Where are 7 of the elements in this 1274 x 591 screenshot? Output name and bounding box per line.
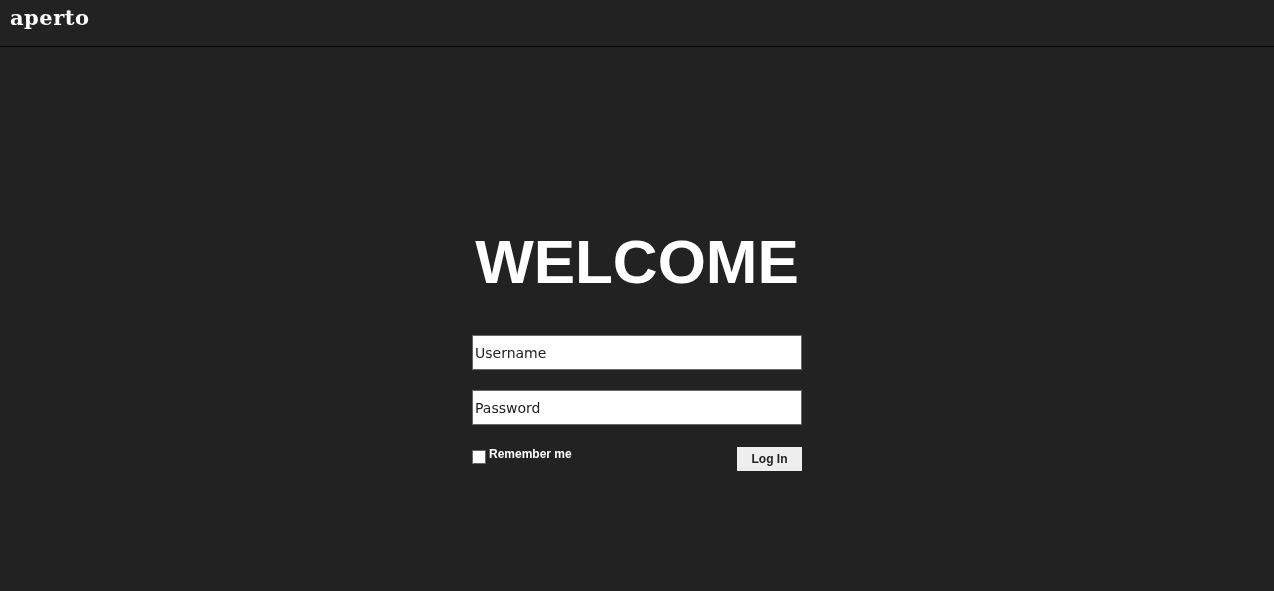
login-button[interactable]: Log In	[737, 447, 802, 471]
password-field[interactable]: Password	[472, 390, 802, 425]
logo[interactable]: aperto	[10, 5, 90, 30]
welcome-heading: WELCOME	[475, 227, 799, 297]
remember-checkbox[interactable]	[472, 450, 486, 464]
remember-label[interactable]: Remember me	[489, 447, 572, 461]
username-field[interactable]: Username	[472, 335, 802, 370]
